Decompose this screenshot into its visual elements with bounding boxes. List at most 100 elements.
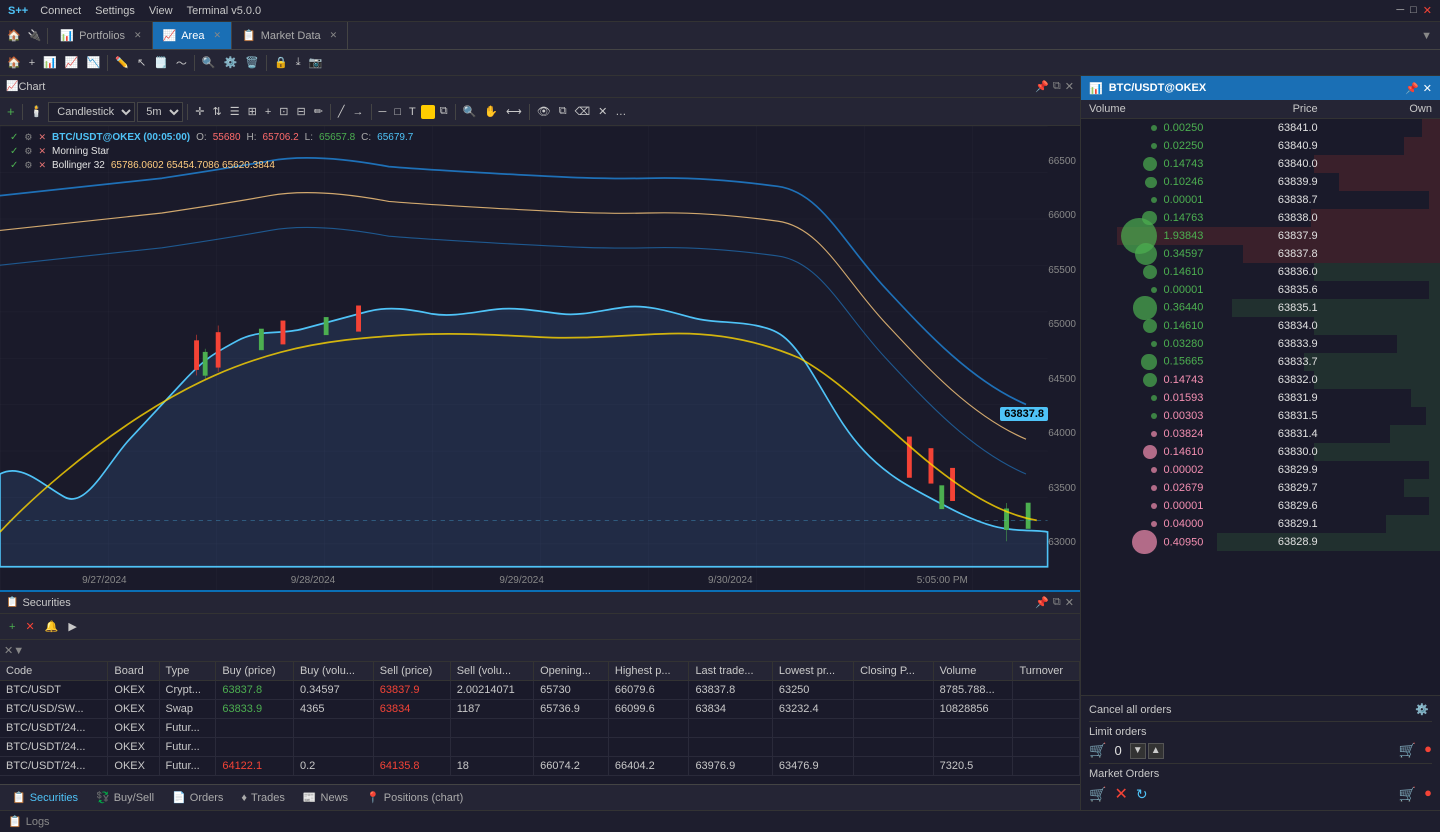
- chart-line-tool[interactable]: ╱: [335, 104, 348, 119]
- col-opening[interactable]: Opening...: [534, 662, 609, 681]
- tb-home[interactable]: 🏠: [4, 55, 24, 70]
- tab-orders[interactable]: 📄 Orders: [164, 789, 231, 806]
- sec-alert-btn[interactable]: 🔔: [42, 619, 62, 634]
- chart-clear-tool[interactable]: ⌫: [572, 104, 594, 119]
- col-buy-price[interactable]: Buy (price): [216, 662, 294, 681]
- ob-row[interactable]: 0.14610 63830.0: [1081, 443, 1440, 461]
- ob-row[interactable]: 0.15665 63833.7: [1081, 353, 1440, 371]
- col-sell-price[interactable]: Sell (price): [373, 662, 450, 681]
- tab-trades[interactable]: ♦ Trades: [233, 790, 292, 806]
- chart-grid[interactable]: ⊞: [245, 104, 260, 119]
- col-closing[interactable]: Closing P...: [854, 662, 934, 681]
- menu-connect[interactable]: Connect: [40, 5, 81, 17]
- sec-tb2-more[interactable]: ▼: [13, 645, 24, 657]
- tb-candle[interactable]: 📊: [40, 55, 60, 70]
- ob-row[interactable]: 0.00250 63841.0: [1081, 119, 1440, 137]
- table-row[interactable]: BTC/USDT/24... OKEX Futur...: [0, 719, 1080, 738]
- chart-compare-tool[interactable]: ⟷: [503, 104, 525, 119]
- close-btn[interactable]: ✕: [1423, 4, 1432, 17]
- col-volume[interactable]: Volume: [933, 662, 1013, 681]
- chart-color-tool[interactable]: [421, 105, 435, 119]
- chart-eraser-tool[interactable]: ✕: [595, 104, 610, 119]
- tb-properties[interactable]: ⚙️: [221, 55, 241, 70]
- sec-float-btn[interactable]: ⧉: [1053, 596, 1061, 609]
- portfolios-close[interactable]: ✕: [134, 30, 142, 41]
- tab-marketdata[interactable]: 📋 Market Data ✕: [232, 22, 348, 49]
- chart-hand-tool[interactable]: ✋: [481, 104, 501, 119]
- new-btn[interactable]: 🏠: [4, 28, 24, 43]
- ob-row[interactable]: 0.00303 63831.5: [1081, 407, 1440, 425]
- chart-candle-icon[interactable]: 🕯️: [27, 104, 47, 119]
- ob-row[interactable]: 0.00001 63838.7: [1081, 191, 1440, 209]
- chart-timeframe-select[interactable]: 5m: [137, 102, 183, 122]
- chart-close-btn[interactable]: ✕: [1065, 80, 1074, 93]
- ob-row[interactable]: 0.03280 63833.9: [1081, 335, 1440, 353]
- tb-line[interactable]: 📈: [62, 55, 82, 70]
- ob-close-btn[interactable]: ✕: [1423, 82, 1432, 95]
- chart-pin-btn[interactable]: 📌: [1035, 80, 1049, 93]
- tb-bar[interactable]: 📉: [84, 55, 104, 70]
- sec-expand-btn[interactable]: ▶: [65, 619, 79, 634]
- menu-view[interactable]: View: [149, 5, 173, 17]
- chart-list[interactable]: ☰: [227, 104, 243, 119]
- area-close[interactable]: ✕: [213, 30, 221, 41]
- chart-plus[interactable]: +: [262, 105, 274, 119]
- ticker-gear[interactable]: ⚙: [24, 132, 32, 143]
- table-row[interactable]: BTC/USDT/24... OKEX Futur... 64122.1 0.2…: [0, 757, 1080, 776]
- settings-gear-btn[interactable]: ⚙️: [1412, 702, 1432, 717]
- col-last-trade[interactable]: Last trade...: [689, 662, 772, 681]
- ob-row[interactable]: 0.01593 63831.9: [1081, 389, 1440, 407]
- sec-table-container[interactable]: Code Board Type Buy (price) Buy (volu...…: [0, 662, 1080, 784]
- maximize-btn[interactable]: □: [1410, 4, 1417, 17]
- chart-arrows[interactable]: ⇅: [210, 104, 225, 119]
- minimize-btn[interactable]: ─: [1396, 4, 1404, 17]
- ob-pin-btn[interactable]: 📌: [1405, 82, 1419, 95]
- tab-positions[interactable]: 📍 Positions (chart): [358, 789, 471, 806]
- ticker-close[interactable]: ✕: [38, 132, 46, 143]
- stepper-down[interactable]: ▼: [1130, 743, 1146, 759]
- chart-mag-tool[interactable]: 🔍: [460, 104, 480, 119]
- chart-float-btn[interactable]: ⧉: [1053, 80, 1061, 93]
- tab-news[interactable]: 📰 News: [295, 789, 356, 806]
- tab-portfolios[interactable]: 📊 Portfolios ✕: [50, 22, 152, 49]
- ob-row[interactable]: 0.00001 63829.6: [1081, 497, 1440, 515]
- tb-lock[interactable]: 🔒: [271, 55, 291, 70]
- ms-gear[interactable]: ⚙: [24, 146, 32, 157]
- ob-row[interactable]: 0.36440 63835.1: [1081, 299, 1440, 317]
- tb-add[interactable]: +: [26, 56, 38, 70]
- chart-expand[interactable]: ⊡: [276, 104, 291, 119]
- menu-terminal[interactable]: Terminal v5.0.0: [187, 5, 262, 17]
- chart-more-tool[interactable]: …: [612, 105, 629, 119]
- ob-row[interactable]: 0.14743 63840.0: [1081, 155, 1440, 173]
- ob-row[interactable]: 0.14743 63832.0: [1081, 371, 1440, 389]
- tb-cursor[interactable]: ↖: [134, 55, 149, 70]
- sec-tb2-close[interactable]: ✕: [4, 644, 13, 657]
- col-lowest[interactable]: Lowest pr...: [772, 662, 853, 681]
- tb-export[interactable]: ⤓: [293, 55, 304, 70]
- bb-close[interactable]: ✕: [38, 160, 46, 171]
- tab-area[interactable]: 📈 Area ✕: [153, 22, 233, 49]
- tb-delete[interactable]: 🗑️: [242, 55, 262, 70]
- tab-securities[interactable]: 📋 Securities: [4, 789, 86, 806]
- col-sell-vol[interactable]: Sell (volu...: [450, 662, 533, 681]
- sec-close-btn[interactable]: ✕: [1065, 596, 1074, 609]
- chart-compress[interactable]: ⊟: [293, 104, 308, 119]
- order-book-body[interactable]: 0.00250 63841.0 0.02250 63840.9 0.14743 …: [1081, 119, 1440, 695]
- marketdata-close[interactable]: ✕: [330, 30, 338, 41]
- ob-row[interactable]: 0.00002 63829.9: [1081, 461, 1440, 479]
- ob-row[interactable]: 0.14610 63834.0: [1081, 317, 1440, 335]
- menu-settings[interactable]: Settings: [95, 5, 135, 17]
- table-row[interactable]: BTC/USD/SW... OKEX Swap 63833.9 4365 638…: [0, 700, 1080, 719]
- chart-area[interactable]: ✓ ⚙ ✕ BTC/USDT@OKEX (00:05:00) O: 55680 …: [0, 126, 1080, 590]
- chart-eye-tool[interactable]: 👁: [534, 104, 554, 119]
- ob-row[interactable]: 0.02250 63840.9: [1081, 137, 1440, 155]
- col-buy-vol[interactable]: Buy (volu...: [293, 662, 373, 681]
- sec-pin-btn[interactable]: 📌: [1035, 596, 1049, 609]
- chart-add-indicator[interactable]: +: [4, 103, 18, 120]
- col-board[interactable]: Board: [108, 662, 159, 681]
- tb-camera[interactable]: 📷: [306, 55, 326, 70]
- col-code[interactable]: Code: [0, 662, 108, 681]
- chart-crosshair[interactable]: ✛: [192, 104, 207, 119]
- col-turnover[interactable]: Turnover: [1013, 662, 1080, 681]
- tb-annotate[interactable]: 🗒️: [151, 55, 171, 70]
